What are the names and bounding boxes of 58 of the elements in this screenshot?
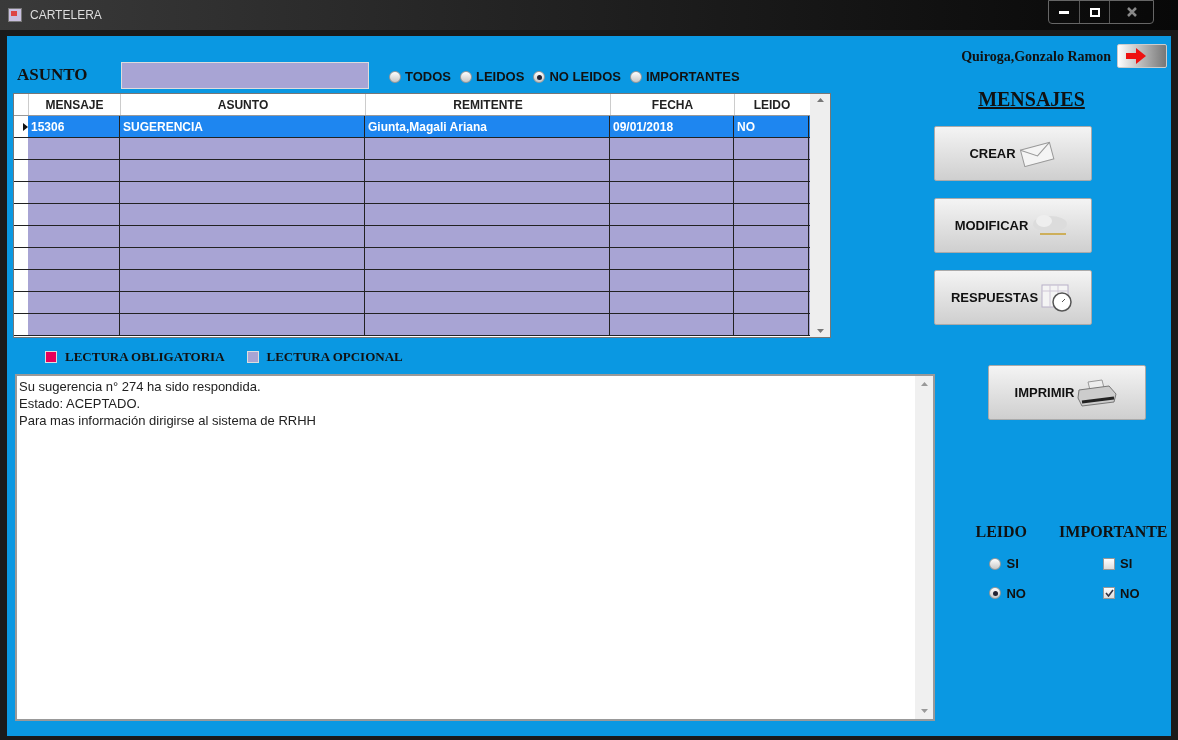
column-header[interactable]: FECHA	[610, 94, 734, 115]
radio-button[interactable]	[460, 71, 472, 83]
calendar-clock-icon	[1040, 282, 1075, 313]
radio-button[interactable]	[629, 71, 642, 83]
scroll-down-icon[interactable]	[816, 329, 824, 333]
action-button[interactable]: CREAR	[933, 126, 1092, 181]
row-pointer-icon	[23, 122, 28, 131]
app-icon	[8, 8, 22, 22]
importante-title: IMPORTANTE	[1059, 522, 1168, 542]
leido-option-label[interactable]: NO	[1006, 583, 1026, 603]
radio-button[interactable]	[989, 587, 1002, 600]
message-line: Su sugerencia n° 274 ha sido respondida.	[19, 378, 262, 395]
close-icon	[1126, 7, 1137, 17]
logout-button[interactable]	[1117, 44, 1167, 68]
legend-label: LECTURA OBLIGATORIA	[65, 348, 225, 367]
row-header-cell[interactable]	[14, 116, 28, 137]
section-title: MENSAJES	[978, 87, 1085, 112]
checkbox[interactable]	[1103, 587, 1116, 600]
asunto-label: ASUNTO	[17, 64, 89, 87]
table-cell: NO	[734, 116, 809, 137]
user-name: Quiroga,Gonzalo Ramon	[961, 47, 1111, 66]
checkbox[interactable]	[1103, 557, 1116, 570]
scrollbar[interactable]	[810, 94, 830, 337]
radio-button[interactable]	[533, 71, 546, 83]
filter-option-label[interactable]: NO LEIDOS	[549, 67, 621, 87]
table-cell: 09/01/2018	[610, 116, 734, 137]
exit-arrow-icon	[1126, 48, 1146, 64]
column-header[interactable]: ASUNTO	[120, 94, 365, 115]
column-header[interactable]: LEIDO	[734, 94, 809, 115]
radio-button[interactable]	[989, 557, 1002, 570]
action-button[interactable]: IMPRIMIR	[987, 365, 1146, 420]
filter-option-label[interactable]: TODOS	[405, 67, 451, 87]
filter-option-label[interactable]: LEIDOS	[476, 67, 525, 87]
filter-option-label[interactable]: IMPORTANTES	[645, 67, 740, 87]
check-icon	[1104, 589, 1114, 598]
message-line: Estado: ACEPTADO.	[19, 395, 142, 412]
message-text-area[interactable]: Su sugerencia n° 274 ha sido respondida. Estado: ACEPTADO. Para mas información dirigirse al sistema de RRHH	[15, 374, 935, 721]
scrollbar[interactable]	[915, 376, 933, 719]
table-cell: 15306	[28, 116, 120, 137]
column-header[interactable]: MENSAJE	[28, 94, 120, 115]
leido-option-label[interactable]: SI	[1006, 554, 1019, 574]
scroll-up-icon[interactable]	[920, 382, 928, 386]
action-button[interactable]: MODIFICAR	[933, 198, 1092, 253]
importante-option-label[interactable]: NO	[1120, 583, 1140, 603]
asunto-field[interactable]	[121, 61, 369, 89]
scroll-up-icon[interactable]	[816, 98, 824, 102]
action-button[interactable]: RESPUESTAS	[933, 270, 1092, 325]
table-cell: SUGERENCIA	[120, 116, 365, 137]
scroll-down-icon[interactable]	[920, 709, 928, 713]
legend-label: LECTURA OPCIONAL	[266, 348, 403, 367]
message-line: Para mas información dirigirse al sistema de RRHH	[19, 412, 317, 429]
printer-icon	[1076, 377, 1119, 408]
window-title: CARTELERA	[30, 7, 102, 24]
leido-title: LEIDO	[975, 522, 1028, 542]
radio-button[interactable]	[389, 71, 401, 83]
table-cell: Giunta,Magali Ariana	[365, 116, 610, 137]
column-header[interactable]: REMITENTE	[365, 94, 610, 115]
importante-option-label[interactable]: SI	[1120, 554, 1133, 574]
